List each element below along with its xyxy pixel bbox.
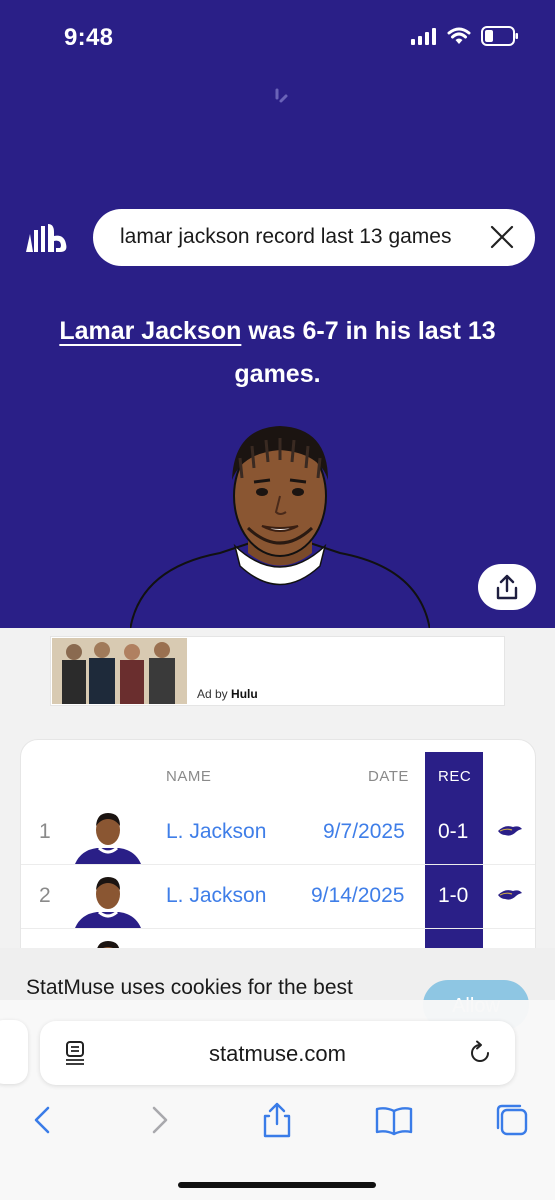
header-rec[interactable]: REC — [438, 768, 471, 785]
signal-icon — [411, 28, 436, 45]
row-rank: 2 — [39, 884, 51, 907]
ravens-logo-icon — [498, 826, 522, 836]
player-thumbnail — [75, 877, 141, 928]
answer-text: was 6-7 in his last 13 games. — [234, 317, 496, 388]
bookmarks-icon[interactable] — [374, 1100, 414, 1140]
tabs-icon[interactable] — [492, 1100, 532, 1140]
search-field[interactable]: lamar jackson record last 13 games — [93, 209, 535, 266]
player-link[interactable]: Lamar Jackson — [59, 317, 241, 345]
player-thumbnail — [75, 813, 141, 864]
share-sheet-icon[interactable] — [257, 1100, 297, 1140]
cookie-message: StatMuse uses cookies for the best — [26, 976, 353, 999]
ad-image[interactable] — [52, 638, 187, 704]
header-date[interactable]: DATE — [368, 768, 409, 785]
previous-tab-peek[interactable] — [0, 1020, 28, 1084]
status-time: 9:48 — [64, 24, 114, 51]
row-player-link[interactable]: L. Jackson — [166, 820, 266, 844]
status-icons — [411, 26, 519, 46]
player-avatar — [130, 426, 430, 628]
answer-headline: Lamar Jackson was 6-7 in his last 13 gam… — [30, 310, 525, 396]
row-divider — [21, 864, 535, 865]
address-bar[interactable]: statmuse.com — [40, 1021, 515, 1085]
ad-banner[interactable]: Ad by Hulu — [50, 636, 505, 706]
row-record: 0-1 — [438, 820, 469, 843]
share-button[interactable] — [478, 564, 536, 610]
reload-icon[interactable] — [467, 1040, 493, 1066]
close-icon[interactable] — [489, 224, 515, 250]
search-query[interactable]: lamar jackson record last 13 games — [120, 225, 451, 249]
url-text[interactable]: statmuse.com — [40, 1041, 515, 1067]
wifi-icon — [447, 27, 471, 44]
battery-icon — [481, 26, 518, 46]
status-bar: 9:48 — [0, 0, 555, 70]
share-icon — [496, 574, 518, 600]
back-icon[interactable] — [22, 1100, 62, 1140]
loading-indicator — [275, 88, 288, 103]
hero-panel: 9:48 lamar jackson record last 13 games … — [0, 0, 555, 628]
row-date-link[interactable]: 9/7/2025 — [323, 820, 405, 844]
statmuse-logo-icon[interactable] — [24, 222, 72, 256]
row-date-link[interactable]: 9/14/2025 — [311, 884, 404, 908]
row-player-link[interactable]: L. Jackson — [166, 884, 266, 908]
row-record: 1-0 — [438, 884, 469, 907]
row-divider — [21, 928, 535, 929]
browser-chrome: statmuse.com — [0, 1000, 555, 1200]
row-rank: 1 — [39, 820, 51, 843]
results-table: NAME DATE REC 1 L. Jackson 9/7/2025 0-1 … — [20, 739, 536, 969]
ravens-logo-icon — [498, 890, 522, 900]
header-name[interactable]: NAME — [166, 768, 211, 785]
forward-icon[interactable] — [140, 1100, 180, 1140]
home-indicator — [178, 1182, 376, 1188]
ad-label: Ad by Hulu — [197, 687, 258, 701]
